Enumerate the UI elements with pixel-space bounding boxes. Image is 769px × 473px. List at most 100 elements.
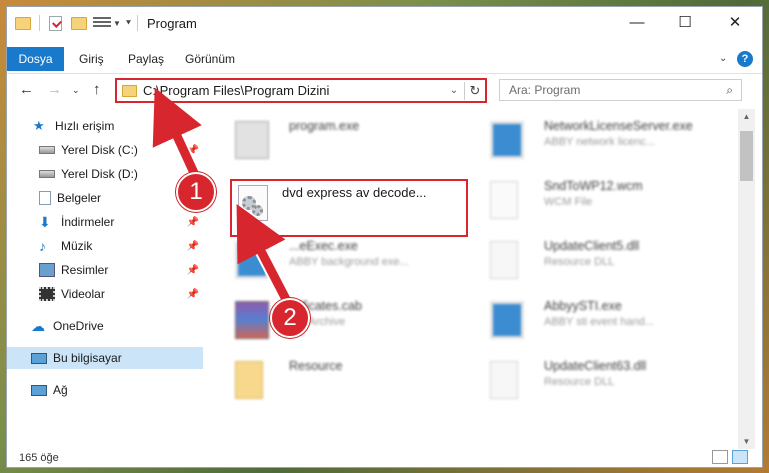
file-type: ABBY network licenc... bbox=[544, 136, 656, 148]
pin-icon[interactable]: 📌 bbox=[187, 265, 199, 276]
address-bar[interactable]: C:\Program Files\Program Dizini ⌄ ↻ bbox=[115, 78, 487, 103]
window-title: Program bbox=[147, 16, 197, 31]
network-icon bbox=[31, 384, 47, 396]
pin-icon[interactable]: 📌 bbox=[187, 145, 199, 156]
dll-icon bbox=[490, 361, 518, 399]
file-type: Resource DLL bbox=[544, 256, 615, 268]
file-explorer-window: ▼ ⯆ Program — ☐ ✕ Dosya Giriş Paylaş Gör… bbox=[6, 6, 763, 468]
file-name: ...eExec.exe bbox=[289, 239, 358, 253]
document-icon bbox=[490, 181, 518, 219]
sidebar-item-pictures[interactable]: Resimler 📌 bbox=[7, 259, 203, 281]
cloud-icon: ☁ bbox=[31, 318, 45, 334]
tab-file[interactable]: Dosya bbox=[7, 47, 64, 71]
file-name: SndToWP12.wcm bbox=[544, 179, 643, 193]
list-item[interactable]: NetworkLicenseServer.exe ABBY network li… bbox=[472, 115, 712, 165]
tab-home[interactable]: Giriş bbox=[79, 52, 104, 66]
sidebar-item-label: Yerel Disk (D:) bbox=[61, 167, 138, 181]
sidebar-item-label: OneDrive bbox=[53, 319, 104, 333]
exe-icon bbox=[490, 121, 524, 159]
list-item[interactable]: UpdateClient5.dll Resource DLL bbox=[472, 235, 712, 285]
sidebar-item-this-pc[interactable]: Bu bilgisayar bbox=[7, 347, 203, 369]
sidebar-item-quick-access[interactable]: ★ Hızlı erişim bbox=[7, 115, 203, 137]
scroll-up-arrow[interactable]: ▲ bbox=[738, 112, 755, 121]
file-name: UpdateClient63.dll bbox=[544, 359, 647, 373]
chevron-down-icon[interactable]: ⌄ bbox=[444, 85, 464, 96]
step-2-badge: 2 bbox=[270, 298, 310, 338]
recent-dropdown-icon[interactable]: ⌄ bbox=[72, 85, 80, 96]
sidebar-item-downloads[interactable]: ⬇ İndirmeler 📌 bbox=[7, 211, 203, 233]
list-item[interactable]: UpdateClient63.dll Resource DLL bbox=[472, 355, 712, 405]
exe-icon bbox=[235, 121, 269, 159]
file-name: dvd express av decode... bbox=[282, 185, 427, 200]
sidebar-item-disk-c[interactable]: Yerel Disk (C:) 📌 bbox=[7, 139, 203, 161]
scroll-thumb[interactable] bbox=[740, 131, 753, 181]
list-item[interactable]: AbbyySTI.exe ABBY sti event hand... bbox=[472, 295, 712, 345]
tab-share[interactable]: Paylaş bbox=[128, 52, 164, 66]
ribbon-tabs: Dosya Giriş Paylaş Görünüm ⌄ ? bbox=[7, 47, 762, 71]
list-item[interactable]: ...eExec.exe ABBY background exe... bbox=[217, 235, 457, 285]
sidebar-item-music[interactable]: ♪ Müzik 📌 bbox=[7, 235, 203, 257]
music-icon: ♪ bbox=[39, 238, 46, 254]
tab-view[interactable]: Görünüm bbox=[185, 52, 235, 66]
sidebar-item-label: Yerel Disk (C:) bbox=[61, 143, 138, 157]
list-item[interactable]: SndToWP12.wcm WCM File bbox=[472, 175, 712, 225]
sidebar-item-label: Hızlı erişim bbox=[55, 119, 115, 133]
folder-icon bbox=[15, 15, 31, 31]
up-arrow-icon[interactable]: ↑ bbox=[93, 81, 101, 98]
sidebar-item-onedrive[interactable]: ☁ OneDrive bbox=[7, 315, 203, 337]
refresh-icon[interactable]: ↻ bbox=[465, 83, 485, 99]
search-input[interactable]: Ara: Program ⌕ bbox=[499, 79, 742, 101]
computer-icon bbox=[31, 352, 47, 364]
highlighted-file[interactable]: dvd express av decode... bbox=[230, 179, 468, 237]
address-path[interactable]: C:\Program Files\Program Dizini bbox=[143, 83, 444, 98]
status-item-count: 165 öğe bbox=[19, 452, 59, 464]
sidebar-item-label: Belgeler bbox=[57, 191, 102, 205]
vertical-scrollbar[interactable]: ▲ ▼ bbox=[738, 109, 755, 449]
customize-toolbar-icon[interactable]: ▼ ⯆ bbox=[93, 15, 132, 31]
file-name: program.exe bbox=[289, 119, 360, 133]
back-arrow-icon[interactable]: ← bbox=[19, 81, 34, 98]
sidebar-item-label: Resimler bbox=[61, 263, 109, 277]
properties-check-icon[interactable] bbox=[49, 15, 62, 31]
list-item[interactable]: program.exe bbox=[217, 115, 457, 165]
help-icon[interactable]: ? bbox=[737, 51, 753, 67]
maximize-button[interactable]: ☐ bbox=[662, 7, 708, 37]
view-switcher bbox=[712, 450, 748, 464]
scroll-down-arrow[interactable]: ▼ bbox=[738, 437, 755, 446]
pin-icon[interactable]: 📌 bbox=[187, 217, 199, 228]
navigation-bar: ← → ⌄ ↑ C:\Program Files\Program Dizini … bbox=[7, 73, 762, 105]
file-type: Resource DLL bbox=[544, 376, 615, 388]
sidebar-item-documents[interactable]: Belgeler 📌 bbox=[7, 187, 203, 209]
video-icon bbox=[39, 287, 55, 301]
exe-icon bbox=[490, 301, 524, 339]
forward-arrow-icon[interactable]: → bbox=[47, 81, 62, 98]
large-icons-view-icon[interactable] bbox=[732, 450, 748, 464]
sidebar-item-network[interactable]: Ağ bbox=[7, 379, 203, 401]
chevron-down-icon[interactable]: ⌄ bbox=[719, 53, 727, 64]
file-name: Resource bbox=[289, 359, 343, 373]
file-type: ABBY sti event hand... bbox=[544, 316, 654, 328]
list-item[interactable]: ...ificates.cab ...R Archive bbox=[217, 295, 457, 345]
minimize-button[interactable]: — bbox=[614, 7, 660, 37]
sidebar-item-videos[interactable]: Videolar 📌 bbox=[7, 283, 203, 305]
search-icon[interactable]: ⌕ bbox=[726, 83, 733, 98]
sidebar-item-disk-d[interactable]: Yerel Disk (D:) bbox=[7, 163, 203, 185]
sidebar-item-label: Müzik bbox=[61, 239, 93, 253]
step-1-badge: 1 bbox=[176, 172, 216, 212]
file-name: AbbyySTI.exe bbox=[544, 299, 622, 313]
title-bar: ▼ ⯆ Program — ☐ ✕ bbox=[7, 7, 762, 39]
archive-icon bbox=[235, 301, 269, 339]
list-item[interactable]: Resource bbox=[217, 355, 457, 405]
close-button[interactable]: ✕ bbox=[712, 7, 758, 37]
pin-icon[interactable]: 📌 bbox=[187, 289, 199, 300]
search-placeholder: Ara: Program bbox=[509, 83, 581, 97]
details-view-icon[interactable] bbox=[712, 450, 728, 464]
pin-icon[interactable]: 📌 bbox=[187, 241, 199, 252]
file-name: UpdateClient5.dll bbox=[544, 239, 640, 253]
sidebar-item-label: Ağ bbox=[53, 383, 68, 397]
sidebar-item-label: Videolar bbox=[61, 287, 105, 301]
dll-icon bbox=[490, 241, 518, 279]
sidebar-item-label: İndirmeler bbox=[61, 215, 115, 229]
new-folder-icon[interactable] bbox=[71, 15, 87, 31]
file-type: WCM File bbox=[544, 196, 593, 208]
